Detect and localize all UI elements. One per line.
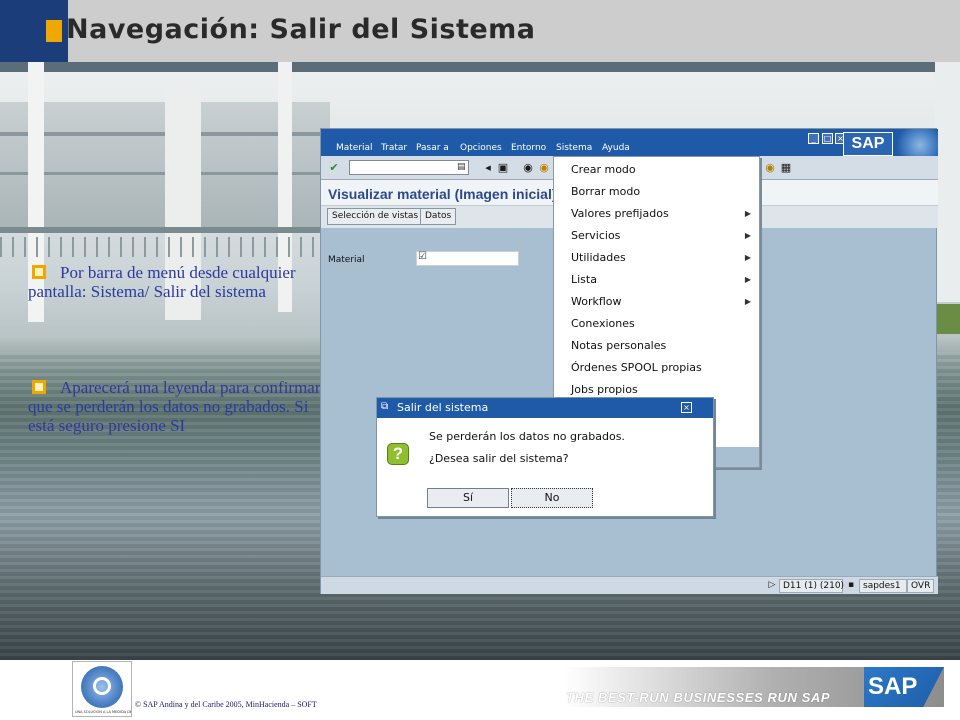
- required-entry-icon: ☑: [418, 251, 427, 262]
- dropdown-arrow-icon[interactable]: ◂: [481, 161, 495, 175]
- checkbox-bullet-icon: [32, 380, 46, 394]
- datos-button[interactable]: Datos: [420, 208, 457, 225]
- status-lock-icon: ▪: [847, 580, 855, 590]
- submenu-arrow-icon: ▶: [744, 275, 751, 284]
- slide-title: Navegación: Salir del Sistema: [66, 14, 536, 45]
- submenu-arrow-icon: ▶: [744, 253, 751, 262]
- menu-item-servicios[interactable]: Servicios ▶: [554, 225, 759, 247]
- logo-knot: [93, 677, 111, 695]
- menu-pasar-a[interactable]: Pasar a: [416, 143, 449, 153]
- yes-button[interactable]: Sí: [427, 488, 509, 508]
- status-toggle-icon[interactable]: ▷: [765, 578, 779, 592]
- command-field[interactable]: [349, 160, 469, 175]
- sap-logo: SAP: [843, 132, 893, 156]
- dialog-window-icon: ⧉: [381, 401, 389, 412]
- menu-item-crear-modo[interactable]: Crear modo: [554, 159, 759, 181]
- menu-item-ordenes-spool[interactable]: Órdenes SPOOL propias: [554, 357, 759, 379]
- dialog-title: Salir del sistema: [397, 401, 489, 414]
- status-system: D11 (1) (210): [779, 579, 844, 593]
- menu-sistema[interactable]: Sistema: [556, 143, 592, 153]
- minimize-icon[interactable]: _: [808, 133, 819, 144]
- dialog-close-icon[interactable]: ×: [681, 402, 692, 413]
- command-history-icon[interactable]: ▤: [457, 162, 466, 172]
- layout-icon[interactable]: ▦: [779, 161, 793, 175]
- status-server: sapdes1: [859, 579, 907, 593]
- status-bar: ▷ D11 (1) (210) ▪ sapdes1 OVR: [321, 576, 938, 594]
- menu-item-notas-personales[interactable]: Notas personales: [554, 335, 759, 357]
- sap-logo-ripple: [893, 129, 938, 156]
- dialog-message-line1: Se perderán los datos no grabados.: [429, 430, 625, 443]
- submenu-arrow-icon: ▶: [744, 231, 751, 240]
- save-icon[interactable]: ▣: [496, 161, 510, 175]
- dialog-message-line2: ¿Desea salir del sistema?: [429, 452, 569, 465]
- menu-item-utilidades[interactable]: Utilidades ▶: [554, 247, 759, 269]
- no-button[interactable]: No: [511, 488, 593, 508]
- back-icon[interactable]: ◉: [521, 161, 535, 175]
- menu-item-valores-prefijados[interactable]: Valores prefijados ▶: [554, 203, 759, 225]
- bullet-text-2: Aparecerá una leyenda para confirmar que…: [28, 378, 321, 435]
- menu-item-borrar-modo[interactable]: Borrar modo: [554, 181, 759, 203]
- material-label: Material: [328, 255, 365, 265]
- submenu-arrow-icon: ▶: [744, 297, 751, 306]
- dialog-titlebar: ⧉ Salir del sistema ×: [377, 398, 713, 418]
- copyright-text: © SAP Andina y del Caribe 2005, MinHacie…: [135, 700, 317, 709]
- tagline-text: THE BEST-RUN BUSINESSES RUN SAP: [566, 690, 831, 705]
- menu-item-workflow[interactable]: Workflow ▶: [554, 291, 759, 313]
- menu-item-conexiones[interactable]: Conexiones: [554, 313, 759, 335]
- exit-icon[interactable]: ◉: [537, 161, 551, 175]
- minhacienda-logo: UNA SOLUCIÓN A LA MEDIDA DE TODOS: [72, 661, 132, 717]
- menu-tratar[interactable]: Tratar: [381, 143, 407, 153]
- bullet-text-1: Por barra de menú desde cualquier pantal…: [28, 263, 296, 301]
- menu-footer-strip: [713, 447, 759, 467]
- menu-material[interactable]: Material: [336, 143, 373, 153]
- menu-ayuda[interactable]: Ayuda: [602, 143, 630, 153]
- status-mode: OVR: [907, 579, 934, 593]
- title-bullet: [46, 20, 62, 42]
- screen-title: Visualizar material (Imagen inicial): [328, 186, 557, 202]
- menu-entorno[interactable]: Entorno: [511, 143, 546, 153]
- enter-check-icon[interactable]: ✔: [327, 161, 341, 175]
- submenu-arrow-icon: ▶: [744, 209, 751, 218]
- exit-confirmation-dialog: ⧉ Salir del sistema × ? Se perderán los …: [376, 397, 714, 517]
- menu-opciones[interactable]: Opciones: [460, 143, 502, 153]
- logo-caption: UNA SOLUCIÓN A LA MEDIDA DE TODOS: [75, 710, 131, 714]
- seleccion-de-vistas-button[interactable]: Selección de vistas: [327, 208, 424, 225]
- sap-menubar: Material Tratar Pasar a Opciones Entorno…: [321, 129, 938, 156]
- help-icon[interactable]: ◉: [763, 161, 777, 175]
- material-input[interactable]: [416, 251, 519, 266]
- question-icon: ?: [387, 443, 409, 465]
- maximize-icon[interactable]: □: [822, 133, 833, 144]
- menu-item-lista[interactable]: Lista ▶: [554, 269, 759, 291]
- checkbox-bullet-icon: [32, 265, 46, 279]
